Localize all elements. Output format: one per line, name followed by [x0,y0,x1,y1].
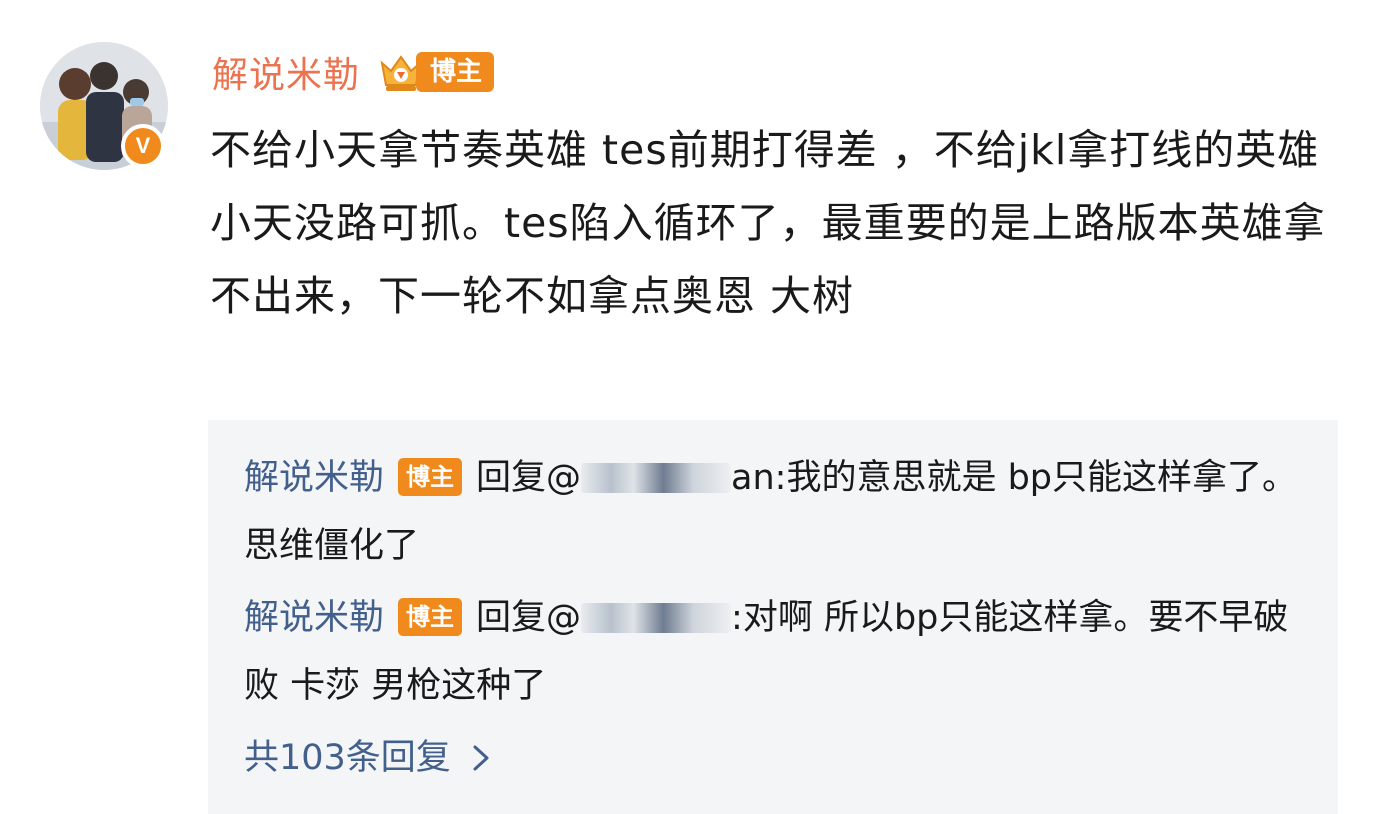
more-replies-link[interactable]: 共103条回复 [244,730,491,786]
reply-panel: 解说米勒 博主 回复@ an:我的意思就是 bp只能这样拿了。思维僵化了 解说米勒 博主… [208,420,1338,814]
reply-item: 解说米勒 博主 回复@:对啊 所以bp只能这样拿。要不早破败 卡莎 男枪这种了 [244,584,1304,720]
reply-item: 解说米勒 博主 回复@ an:我的意思就是 bp只能这样拿了。思维僵化了 [244,444,1304,580]
blurred-username [581,463,732,493]
badge-label: 博主 [416,52,495,92]
post-content: 不给小天拿节奏英雄 tes前期打得差 ，不给jkl拿打线的英雄 小天没路可抓。t… [210,126,1326,320]
blurred-username [581,603,732,633]
reply-prefix: 回复@ [476,598,582,638]
verified-v-icon: V [121,124,165,168]
reply-prefix: 回复@ [476,458,582,498]
reply-author[interactable]: 解说米勒 [244,598,384,638]
reply-author[interactable]: 解说米勒 [244,458,384,498]
blogger-badge: 博主 [378,50,495,94]
reply-badge: 博主 [398,458,463,496]
author-name[interactable]: 解说米勒 [212,46,360,98]
post-header: 解说米勒 博主 [212,44,495,100]
chevron-right-icon [473,745,489,771]
more-replies-label: 共103条回复 [244,738,451,778]
reply-badge: 博主 [398,598,463,636]
reply-target-end: an [731,458,775,498]
